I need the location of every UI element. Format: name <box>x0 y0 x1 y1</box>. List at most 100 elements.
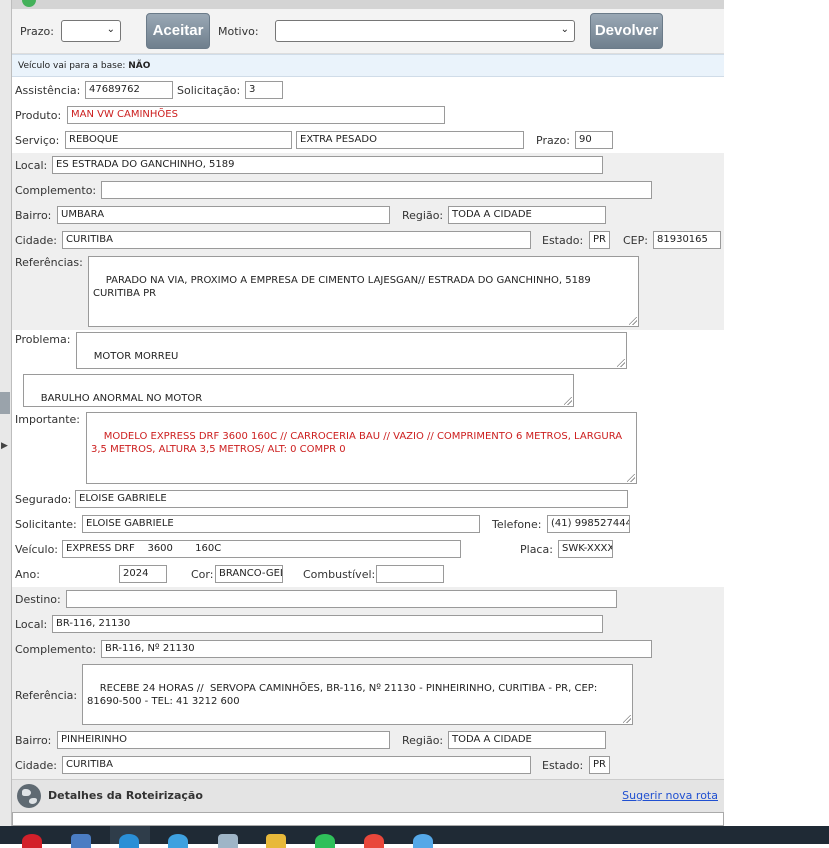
calculator-icon[interactable] <box>71 834 91 848</box>
combustivel-label: Combustível: <box>303 568 376 581</box>
destino-referencia-textarea[interactable]: RECEBE 24 HORAS // SERVOPA CAMINHÕES, BR… <box>82 664 633 725</box>
collapse-tab[interactable] <box>0 392 10 414</box>
telefone-field[interactable]: (41) 998527444 <box>547 515 630 533</box>
destino-bairro-label: Bairro: <box>15 734 52 747</box>
veiculo-field[interactable]: EXPRESS DRF 3600 160C <box>62 540 461 558</box>
problema-detalhe-text: BARULHO ANORMAL NO MOTOR <box>40 393 203 404</box>
prazo-servico-field[interactable]: 90 <box>575 131 613 149</box>
problema-detalhe-textarea[interactable]: BARULHO ANORMAL NO MOTOR <box>23 374 574 407</box>
status-dot-icon <box>22 0 36 7</box>
sugerir-nova-rota-link[interactable]: Sugerir nova rota <box>622 789 718 802</box>
motivo-label: Motivo: <box>218 25 259 38</box>
service-form: Prazo: ⌄ Aceitar Motivo: ⌄ Devolver Veíc… <box>12 0 724 826</box>
cidade-field[interactable]: CURITIBA <box>62 231 531 249</box>
right-blank-area <box>724 0 829 826</box>
complemento-field[interactable] <box>101 181 652 199</box>
section-title: Detalhes da Roteirização <box>48 789 203 802</box>
destino-regiao-field[interactable]: TODA A CIDADE <box>448 731 606 749</box>
base-info-value: NÃO <box>128 61 151 71</box>
assistencia-label: Assistência: <box>15 84 81 97</box>
destino-field[interactable] <box>66 590 617 608</box>
segurado-label: Segurado: <box>15 493 72 506</box>
resize-grip-icon[interactable] <box>617 359 625 367</box>
combustivel-field[interactable] <box>376 565 444 583</box>
importante-textarea[interactable]: MODELO EXPRESS DRF 3600 160C // CARROCER… <box>86 412 637 484</box>
chrome-icon[interactable] <box>364 834 384 848</box>
estado-field[interactable]: PR <box>589 231 610 249</box>
destino-regiao-label: Região: <box>402 734 444 747</box>
solicitante-label: Solicitante: <box>15 518 77 531</box>
prazo-select[interactable]: ⌄ <box>61 20 121 42</box>
aceitar-button[interactable]: Aceitar <box>146 13 210 49</box>
app-icon[interactable] <box>413 834 433 848</box>
destino-referencia-text: RECEBE 24 HORAS // SERVOPA CAMINHÕES, BR… <box>87 683 601 707</box>
produto-field[interactable]: MAN VW CAMINHÕES <box>67 106 445 124</box>
destino-local-field[interactable]: BR-116, 21130 <box>52 615 603 633</box>
local-field[interactable]: ES ESTRADA DO GANCHINHO, 5189 <box>52 156 603 174</box>
servico-tipo-field[interactable]: EXTRA PESADO <box>296 131 524 149</box>
local-label: Local: <box>15 159 48 172</box>
destino-complemento-label: Complemento: <box>15 643 97 656</box>
servico-field[interactable]: REBOQUE <box>65 131 292 149</box>
placa-field[interactable]: SWK-XXXX <box>558 540 613 558</box>
cor-field[interactable]: BRANCO-GELO <box>215 565 283 583</box>
globe-icon <box>17 784 41 808</box>
destino-cidade-field[interactable]: CURITIBA <box>62 756 531 774</box>
assistencia-field[interactable]: 47689762 <box>85 81 173 99</box>
chevron-down-icon: ⌄ <box>560 24 569 35</box>
solicitacao-field[interactable]: 3 <box>245 81 283 99</box>
base-info-text: Veículo vai para a base: <box>18 61 126 71</box>
cep-label: CEP: <box>623 234 648 247</box>
prazo-label: Prazo: <box>20 25 54 38</box>
action-bar: Prazo: ⌄ Aceitar Motivo: ⌄ Devolver <box>12 9 724 54</box>
solicitacao-label: Solicitação: <box>177 84 241 97</box>
top-strip <box>12 0 724 9</box>
ano-label: Ano: <box>15 568 40 581</box>
roteirizacao-header: Detalhes da Roteirização Sugerir nova ro… <box>12 779 724 813</box>
resize-grip-icon[interactable] <box>623 715 631 723</box>
problema-text: MOTOR MORREU <box>93 351 179 362</box>
destino-complemento-field[interactable]: BR-116, Nº 21130 <box>101 640 652 658</box>
taskbar <box>0 826 829 848</box>
folder-icon[interactable] <box>266 834 286 848</box>
prazo-servico-label: Prazo: <box>536 134 570 147</box>
referencias-text: PARADO NA VIA, PROXIMO A EMPRESA DE CIME… <box>93 275 594 299</box>
base-info-bar: Veículo vai para a base: NÃO <box>12 54 724 77</box>
segurado-field[interactable]: ELOISE GABRIELE <box>75 490 628 508</box>
problema-label: Problema: <box>15 333 71 346</box>
veiculo-label: Veículo: <box>15 543 59 556</box>
resize-grip-icon[interactable] <box>564 397 572 405</box>
whatsapp-icon[interactable] <box>315 834 335 848</box>
problema-textarea[interactable]: MOTOR MORREU <box>76 332 627 369</box>
regiao-label: Região: <box>402 209 444 222</box>
destino-estado-field[interactable]: PR <box>589 756 610 774</box>
opera-icon[interactable] <box>22 834 42 848</box>
solicitante-field[interactable]: ELOISE GABRIELE <box>82 515 480 533</box>
motivo-select[interactable]: ⌄ <box>275 20 575 42</box>
cidade-label: Cidade: <box>15 234 57 247</box>
referencias-label: Referências: <box>15 256 83 269</box>
destino-local-label: Local: <box>15 618 48 631</box>
expand-arrow-icon[interactable]: ▶ <box>1 441 8 451</box>
bairro-field[interactable]: UMBARA <box>57 206 390 224</box>
referencias-textarea[interactable]: PARADO NA VIA, PROXIMO A EMPRESA DE CIME… <box>88 256 639 327</box>
estado-label: Estado: <box>542 234 584 247</box>
browser-icon[interactable] <box>119 834 139 848</box>
resize-grip-icon[interactable] <box>627 474 635 482</box>
telefone-label: Telefone: <box>492 518 542 531</box>
complemento-label: Complemento: <box>15 184 97 197</box>
destino-bairro-field[interactable]: PINHEIRINHO <box>57 731 390 749</box>
destino-cidade-label: Cidade: <box>15 759 57 772</box>
produto-label: Produto: <box>15 109 62 122</box>
chevron-down-icon: ⌄ <box>106 24 115 35</box>
regiao-field[interactable]: TODA A CIDADE <box>448 206 606 224</box>
ano-field[interactable]: 2024 <box>119 565 167 583</box>
pen-icon[interactable] <box>218 834 238 848</box>
cep-field[interactable]: 81930165 <box>653 231 721 249</box>
placa-label: Placa: <box>520 543 553 556</box>
bairro-label: Bairro: <box>15 209 52 222</box>
resize-grip-icon[interactable] <box>629 317 637 325</box>
devolver-button[interactable]: Devolver <box>590 13 663 49</box>
globe-icon[interactable] <box>168 834 188 848</box>
destino-label: Destino: <box>15 593 61 606</box>
